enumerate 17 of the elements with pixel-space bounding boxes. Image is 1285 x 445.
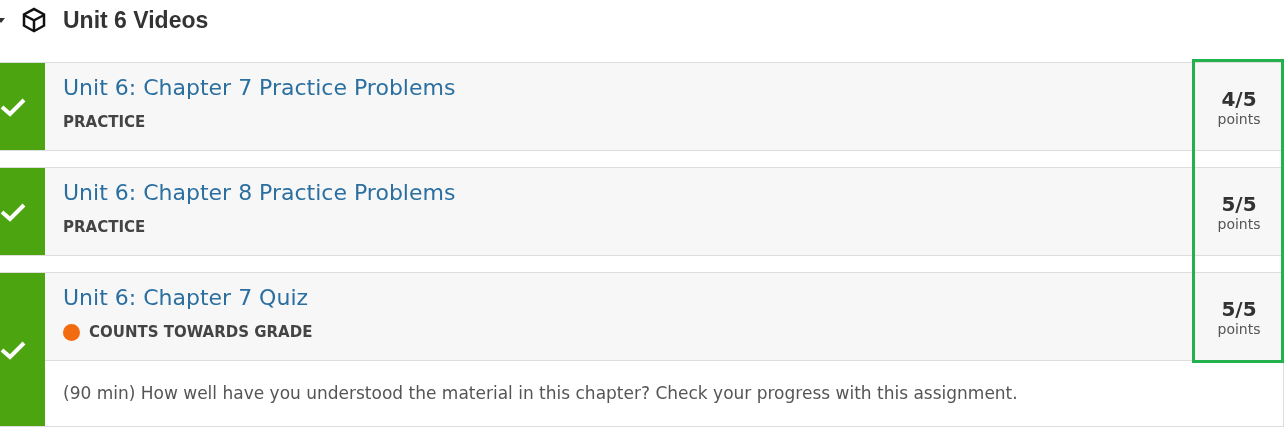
assignment-tag: COUNTS TOWARDS GRADE	[89, 323, 313, 341]
assignment-tag: PRACTICE	[63, 218, 146, 236]
assignment-link[interactable]: Unit 6: Chapter 7 Quiz	[63, 283, 1177, 313]
score-value: 5/5	[1221, 296, 1257, 321]
checkmark-icon	[0, 339, 26, 360]
score-unit: points	[1217, 110, 1261, 127]
assignment-description: (90 min) How well have you understood the material in this chapter? Check your progress with this assignment.	[45, 360, 1283, 426]
score-value: 5/5	[1221, 191, 1257, 216]
section-title: Unit 6 Videos	[63, 6, 209, 34]
checkmark-icon	[0, 96, 26, 117]
score-value: 4/5	[1221, 86, 1257, 111]
assignment-link[interactable]: Unit 6: Chapter 7 Practice Problems	[63, 73, 1177, 103]
score-unit: points	[1217, 215, 1261, 232]
score-unit: points	[1217, 320, 1261, 337]
checkmark-icon	[0, 201, 26, 222]
assignment-link[interactable]: Unit 6: Chapter 8 Practice Problems	[63, 178, 1177, 208]
assignment-tag: PRACTICE	[63, 113, 146, 131]
